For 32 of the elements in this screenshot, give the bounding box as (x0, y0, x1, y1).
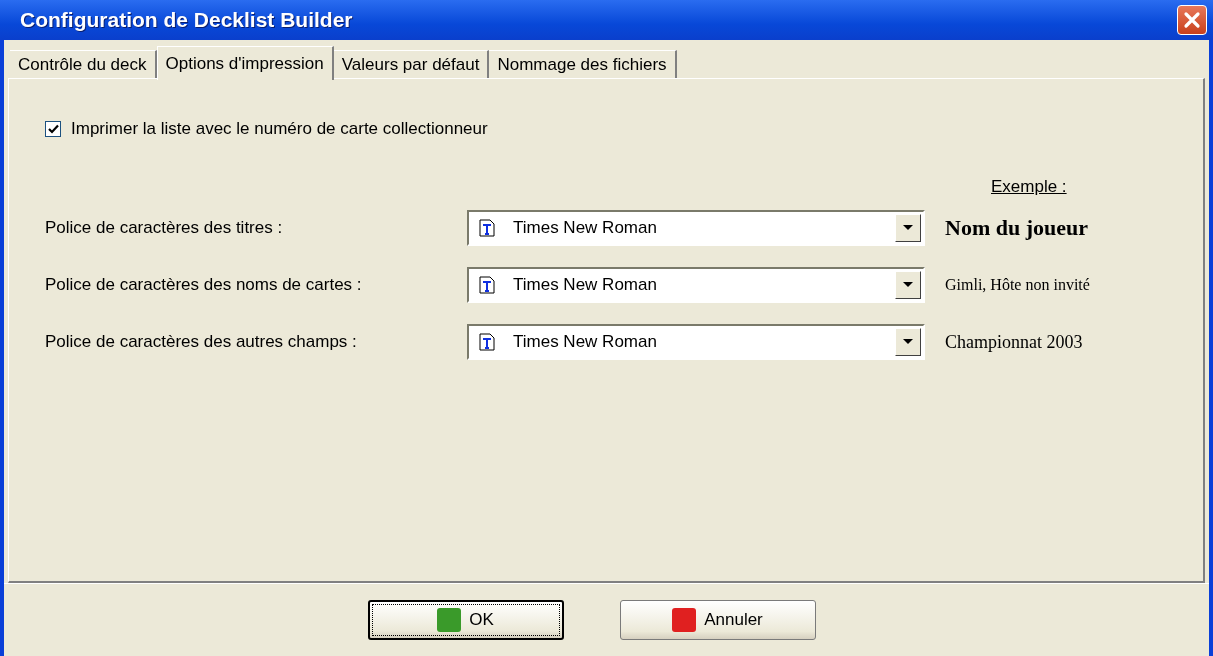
tab[interactable]: Options d'impression (156, 46, 334, 80)
tab[interactable]: Nommage des fichiers (489, 50, 677, 78)
caret-icon (903, 225, 913, 231)
example-heading: Exemple : (991, 177, 1067, 197)
tab[interactable]: Contrôle du deck (10, 50, 157, 78)
font-dropdown[interactable]: Times New Roman (467, 267, 925, 303)
dropdown-button[interactable] (895, 271, 921, 299)
font-value: Times New Roman (513, 332, 658, 352)
font-label: Police de caractères des autres champs : (45, 332, 358, 352)
font-label: Police de caractères des noms de cartes : (45, 275, 363, 295)
dialog-button[interactable]: Annuler (619, 600, 816, 640)
window-title: Configuration de Decklist Builder (20, 8, 353, 32)
font-file-icon (479, 333, 495, 351)
caret-icon (903, 282, 913, 288)
close-button[interactable] (1177, 5, 1207, 35)
font-value: Times New Roman (513, 218, 658, 238)
font-file-icon (479, 219, 495, 237)
font-file-icon (479, 276, 495, 294)
font-label: Police de caractères des titres : (45, 218, 284, 238)
font-example: Gimli, Hôte non invité (945, 276, 1091, 294)
dropdown-button[interactable] (895, 214, 921, 242)
font-example: Championnat 2003 (945, 331, 1084, 353)
checkbox[interactable] (45, 121, 61, 137)
tab[interactable]: Valeurs par défaut (333, 50, 490, 78)
caret-icon (903, 339, 913, 345)
font-example: Nom du joueur (945, 215, 1089, 241)
checkbox-label: Imprimer la liste avec le numéro de carte collectionneur (71, 119, 488, 139)
font-value: Times New Roman (513, 275, 658, 295)
font-dropdown[interactable]: Times New Roman (467, 210, 925, 246)
dialog-button[interactable]: OK (367, 600, 564, 640)
font-dropdown[interactable]: Times New Roman (467, 324, 925, 360)
dropdown-button[interactable] (895, 328, 921, 356)
